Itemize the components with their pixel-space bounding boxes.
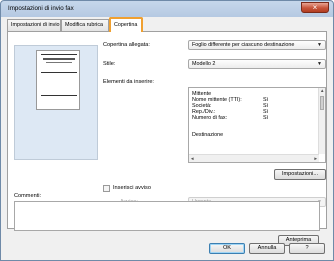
list-item[interactable]: Destinazione xyxy=(192,132,223,138)
tab-edit-address-book[interactable]: Modifica rubrica xyxy=(61,19,109,31)
scroll-thumb[interactable] xyxy=(320,96,324,110)
help-button[interactable]: ? xyxy=(289,243,325,254)
ok-button[interactable]: OK xyxy=(209,243,245,254)
list-item-name: Destinazione xyxy=(192,132,224,138)
ok-button-label: OK xyxy=(222,245,232,251)
scroll-left-icon[interactable]: ◄ xyxy=(190,156,194,161)
chevron-down-icon: ▼ xyxy=(317,61,322,67)
tab-label: Modifica rubrica xyxy=(65,22,104,28)
dialog-client-area: Impostazioni di invio Modifica rubrica C… xyxy=(4,17,330,259)
style-label: Stile: xyxy=(103,61,116,67)
style-value: Modello 2 xyxy=(192,61,216,67)
fax-settings-window: Impostazioni di invio fax × Impostazioni… xyxy=(0,0,334,261)
insert-notice-label: Inserisci avviso xyxy=(113,185,151,191)
cover-preview xyxy=(14,45,98,160)
list-item[interactable]: Numero di fax: Sì xyxy=(192,115,320,121)
help-icon: ? xyxy=(305,245,309,251)
cover-attached-value: Foglio differente per ciascuno destinazi… xyxy=(192,42,295,48)
close-icon: × xyxy=(312,3,318,12)
settings-button-label: Impostazioni... xyxy=(281,171,319,177)
elements-label: Elementi da inserire: xyxy=(103,79,154,85)
insert-notice-checkbox[interactable] xyxy=(103,185,110,192)
comments-input[interactable] xyxy=(14,201,320,231)
close-button[interactable]: × xyxy=(301,2,329,13)
list-item-name: Numero di fax: xyxy=(192,115,228,121)
settings-button[interactable]: Impostazioni... xyxy=(274,169,326,180)
tab-send-settings[interactable]: Impostazioni di invio xyxy=(7,19,61,31)
cover-attached-select[interactable]: Foglio differente per ciascuno destinazi… xyxy=(188,40,326,50)
scroll-right-icon[interactable]: ► xyxy=(314,156,318,161)
comments-label: Commenti: xyxy=(14,193,42,199)
window-title: Impostazioni di invio fax xyxy=(8,5,74,12)
style-select[interactable]: Modello 2 ▼ xyxy=(188,59,326,69)
cover-sheet-panel: Copertina allegata: Foglio differente pe… xyxy=(7,31,327,229)
chevron-down-icon: ▼ xyxy=(317,42,322,48)
cancel-button-label: Annulla xyxy=(257,245,277,251)
cancel-button[interactable]: Annulla xyxy=(249,243,285,254)
tab-cover-sheet[interactable]: Copertina xyxy=(109,17,143,32)
tab-label: Impostazioni di invio xyxy=(11,22,60,28)
vertical-scrollbar[interactable]: ▲ xyxy=(318,88,325,154)
title-bar: Impostazioni di invio fax × xyxy=(1,1,333,17)
cover-attached-label: Copertina allegata: xyxy=(103,42,150,48)
elements-listbox[interactable]: Mittente Nome mittente (TTI): Sì Società… xyxy=(188,87,326,163)
tab-label: Copertina xyxy=(114,22,138,28)
list-item-value: Sì xyxy=(263,115,269,121)
cover-page-thumbnail xyxy=(36,50,80,110)
horizontal-scrollbar[interactable]: ◄ ► xyxy=(189,154,319,162)
scroll-up-icon[interactable]: ▲ xyxy=(320,88,324,93)
